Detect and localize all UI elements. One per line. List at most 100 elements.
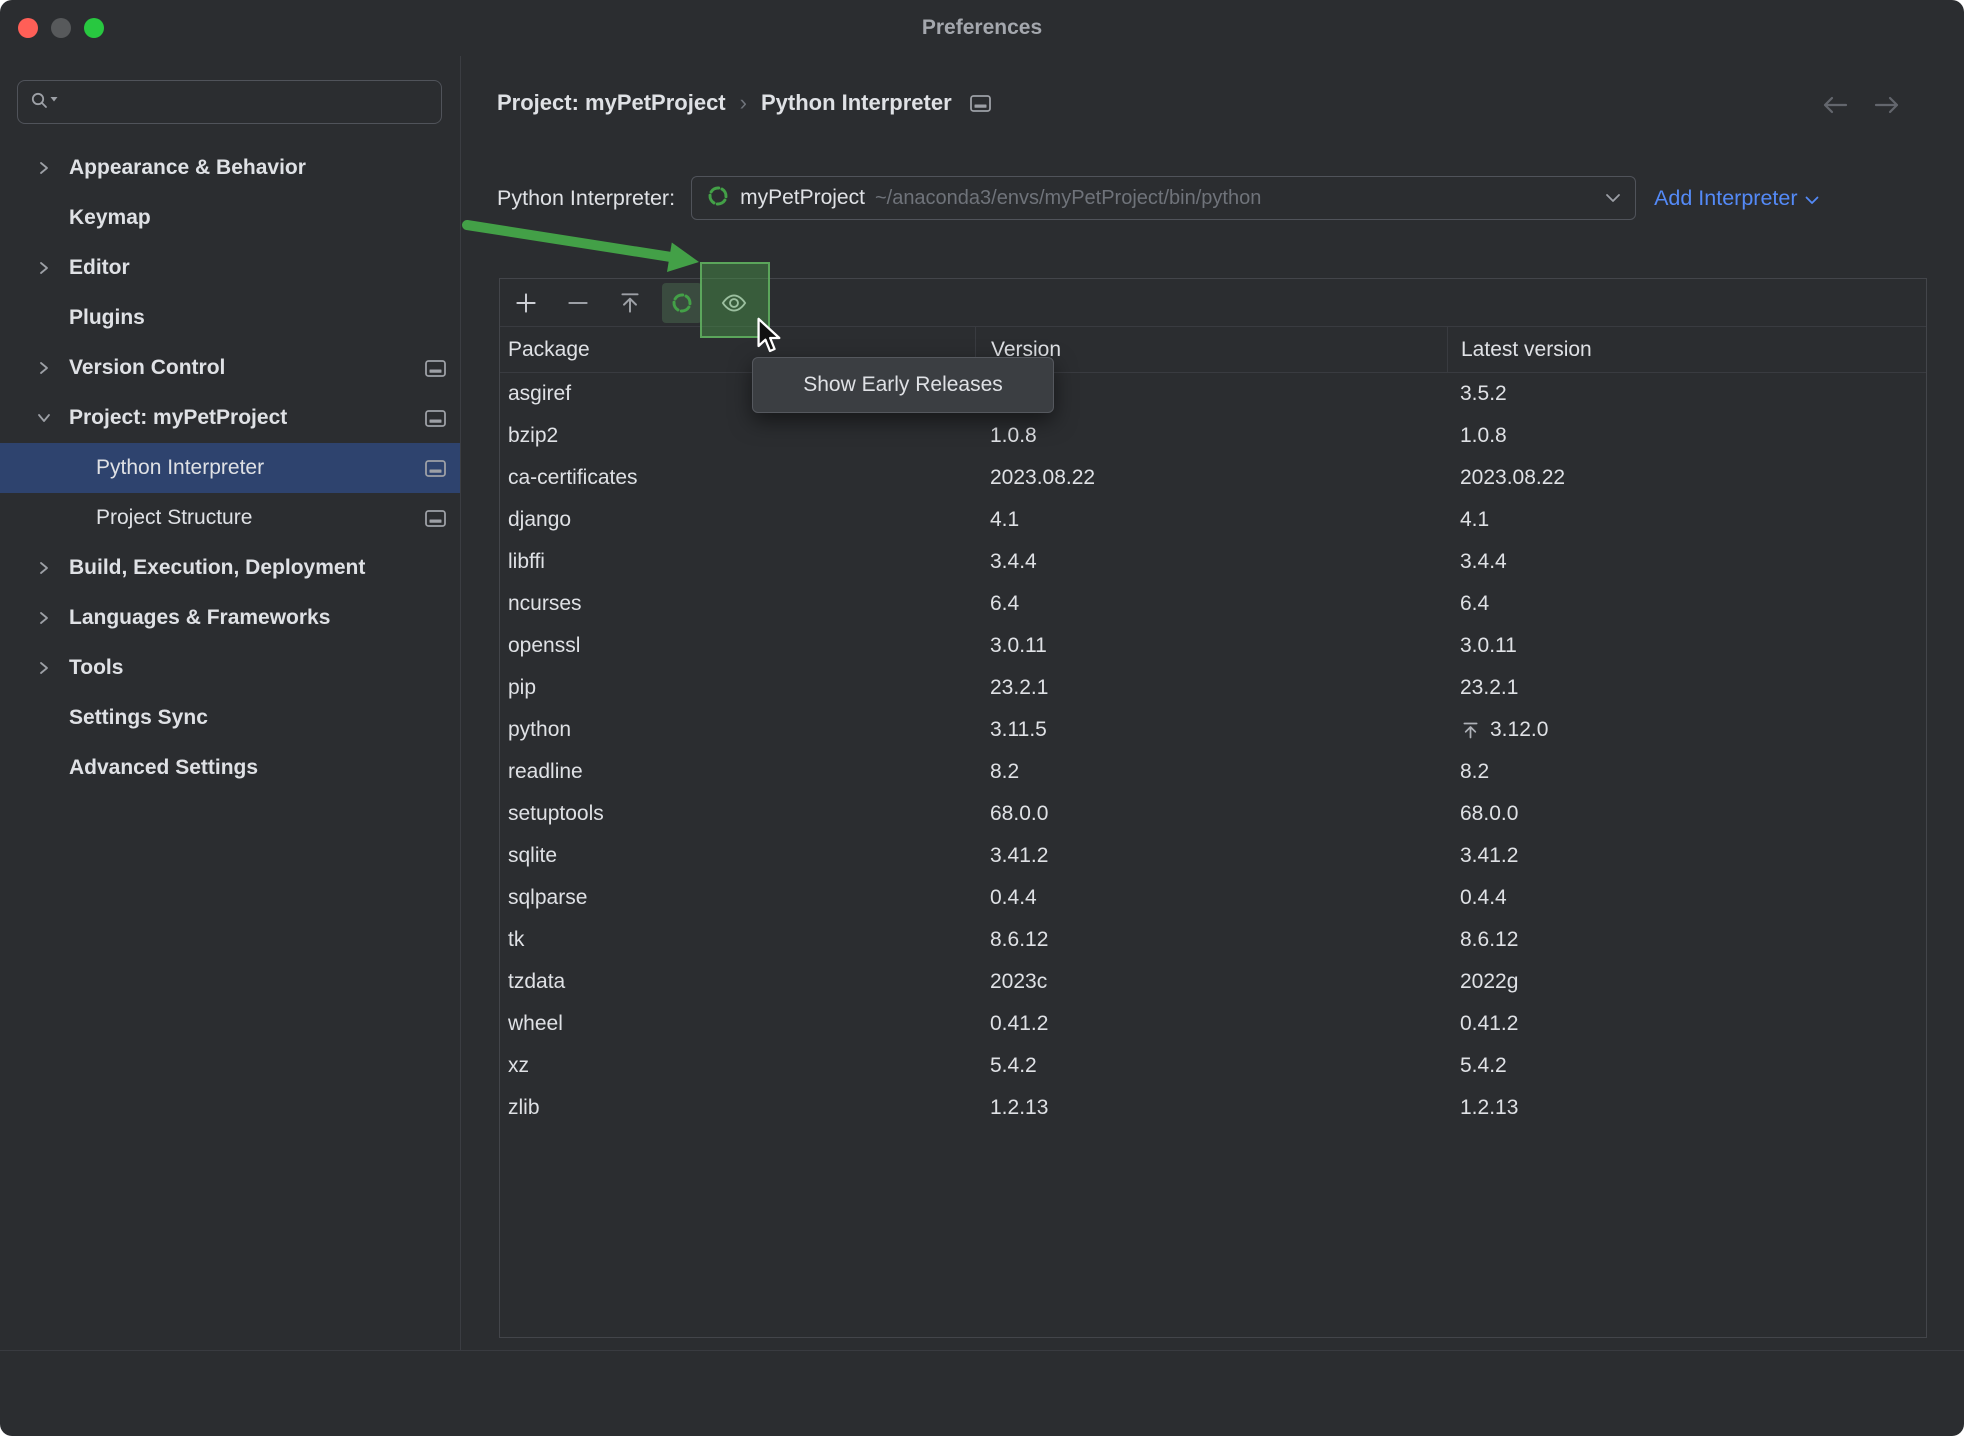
package-row-ca-certificates[interactable]: ca-certificates2023.08.222023.08.22 [500, 457, 1926, 499]
sidebar-item-label: Project: myPetProject [69, 406, 287, 430]
sidebar-item-version-control[interactable]: Version Control [0, 343, 460, 393]
sidebar-item-project-mypetproject[interactable]: Project: myPetProject [0, 393, 460, 443]
package-latest-version: 3.5.2 [1447, 382, 1926, 406]
breadcrumb-item-python-interpreter[interactable]: Python Interpreter [761, 90, 952, 116]
package-latest-version-text: 1.0.8 [1460, 424, 1507, 448]
conda-package-manager-toggle[interactable] [662, 283, 702, 323]
package-name: setuptools [500, 802, 975, 826]
chevron-right-icon[interactable] [37, 561, 69, 575]
interpreter-select[interactable]: myPetProject ~/anaconda3/envs/myPetProje… [691, 176, 1636, 220]
close-window-button[interactable] [18, 18, 38, 38]
package-row-wheel[interactable]: wheel0.41.20.41.2 [500, 1003, 1926, 1045]
package-version: 8.2 [975, 760, 1447, 784]
sidebar-item-keymap[interactable]: Keymap [0, 193, 460, 243]
sidebar-item-python-interpreter[interactable]: Python Interpreter [0, 443, 460, 493]
sidebar-item-build-execution-deployment[interactable]: Build, Execution, Deployment [0, 543, 460, 593]
install-package-button[interactable] [506, 283, 546, 323]
package-row-openssl[interactable]: openssl3.0.113.0.11 [500, 625, 1926, 667]
chevron-down-icon [1605, 193, 1621, 203]
package-latest-version-text: 5.4.2 [1460, 1054, 1507, 1078]
package-latest-version-text: 2023.08.22 [1460, 466, 1565, 490]
uninstall-package-button[interactable] [558, 283, 598, 323]
upgrade-package-button[interactable] [610, 283, 650, 323]
package-latest-version-text: 3.12.0 [1490, 718, 1548, 742]
package-latest-version: 2023.08.22 [1447, 466, 1926, 490]
package-row-python[interactable]: python3.11.53.12.0 [500, 709, 1926, 751]
package-latest-version: 3.4.4 [1447, 550, 1926, 574]
package-row-sqlite[interactable]: sqlite3.41.23.41.2 [500, 835, 1926, 877]
breadcrumb-item-project[interactable]: Project: myPetProject [497, 90, 726, 116]
package-row-libffi[interactable]: libffi3.4.43.4.4 [500, 541, 1926, 583]
package-version: 3.0.11 [975, 634, 1447, 658]
add-interpreter-button[interactable]: Add Interpreter [1654, 186, 1818, 211]
package-latest-version: 8.2 [1447, 760, 1926, 784]
package-latest-version: 6.4 [1447, 592, 1926, 616]
package-latest-version: 4.1 [1447, 508, 1926, 532]
package-latest-version-text: 8.6.12 [1460, 928, 1518, 952]
package-version: 8.6.12 [975, 928, 1447, 952]
sidebar-item-languages-frameworks[interactable]: Languages & Frameworks [0, 593, 460, 643]
sidebar-item-appearance-behavior[interactable]: Appearance & Behavior [0, 143, 460, 193]
chevron-down-icon [1805, 186, 1819, 211]
package-row-ncurses[interactable]: ncurses6.46.4 [500, 583, 1926, 625]
package-latest-version-text: 3.4.4 [1460, 550, 1507, 574]
package-row-tk[interactable]: tk8.6.128.6.12 [500, 919, 1926, 961]
package-name: django [500, 508, 975, 532]
chevron-right-icon[interactable] [37, 161, 69, 175]
package-latest-version: 0.4.4 [1447, 886, 1926, 910]
package-version: 3.11.5 [975, 718, 1447, 742]
package-version: 1.2.13 [975, 1096, 1447, 1120]
package-latest-version: 3.12.0 [1447, 718, 1926, 742]
chevron-right-icon[interactable] [37, 661, 69, 675]
package-latest-version: 1.0.8 [1447, 424, 1926, 448]
package-name: openssl [500, 634, 975, 658]
back-button[interactable] [1822, 94, 1848, 116]
package-row-django[interactable]: django4.14.1 [500, 499, 1926, 541]
project-scope-icon [425, 510, 446, 527]
sidebar-item-label: Settings Sync [69, 706, 208, 730]
package-row-zlib[interactable]: zlib1.2.131.2.13 [500, 1087, 1926, 1129]
package-row-bzip2[interactable]: bzip21.0.81.0.8 [500, 415, 1926, 457]
chevron-right-icon[interactable] [37, 611, 69, 625]
project-scope-icon [425, 410, 446, 427]
settings-search-input[interactable] [66, 91, 441, 114]
package-latest-version: 68.0.0 [1447, 802, 1926, 826]
minimize-window-button[interactable] [51, 18, 71, 38]
zoom-window-button[interactable] [84, 18, 104, 38]
sidebar-item-tools[interactable]: Tools [0, 643, 460, 693]
history-nav [1822, 94, 1900, 116]
package-latest-version: 23.2.1 [1447, 676, 1926, 700]
package-name: xz [500, 1054, 975, 1078]
sidebar-item-label: Version Control [69, 356, 225, 380]
package-row-tzdata[interactable]: tzdata2023c2022g [500, 961, 1926, 1003]
package-latest-version-text: 3.41.2 [1460, 844, 1518, 868]
package-name: bzip2 [500, 424, 975, 448]
package-latest-version: 5.4.2 [1447, 1054, 1926, 1078]
interpreter-row: Python Interpreter: myPetProject ~/anaco… [497, 176, 1819, 220]
package-name: tzdata [500, 970, 975, 994]
package-row-setuptools[interactable]: setuptools68.0.068.0.0 [500, 793, 1926, 835]
package-latest-version-text: 4.1 [1460, 508, 1489, 532]
breadcrumb-separator: › [740, 90, 747, 116]
chevron-right-icon[interactable] [37, 361, 69, 375]
forward-button[interactable] [1874, 94, 1900, 116]
package-row-asgiref[interactable]: asgiref3.5.2 [500, 373, 1926, 415]
package-row-pip[interactable]: pip23.2.123.2.1 [500, 667, 1926, 709]
interpreter-path: ~/anaconda3/envs/myPetProject/bin/python [875, 187, 1261, 210]
sidebar-item-advanced-settings[interactable]: Advanced Settings [0, 743, 460, 793]
packages-panel: Package Version Latest version asgiref3.… [499, 278, 1927, 1338]
column-header-latest-version[interactable]: Latest version [1447, 327, 1926, 372]
settings-search-field[interactable] [17, 80, 442, 124]
chevron-right-icon[interactable] [37, 261, 69, 275]
sidebar-item-project-structure[interactable]: Project Structure [0, 493, 460, 543]
package-row-xz[interactable]: xz5.4.25.4.2 [500, 1045, 1926, 1087]
package-name: zlib [500, 1096, 975, 1120]
package-row-readline[interactable]: readline8.28.2 [500, 751, 1926, 793]
package-version: 5.4.2 [975, 1054, 1447, 1078]
package-latest-version: 3.0.11 [1447, 634, 1926, 658]
sidebar-item-plugins[interactable]: Plugins [0, 293, 460, 343]
sidebar-item-settings-sync[interactable]: Settings Sync [0, 693, 460, 743]
package-row-sqlparse[interactable]: sqlparse0.4.40.4.4 [500, 877, 1926, 919]
chevron-down-icon[interactable] [37, 411, 69, 425]
sidebar-item-editor[interactable]: Editor [0, 243, 460, 293]
